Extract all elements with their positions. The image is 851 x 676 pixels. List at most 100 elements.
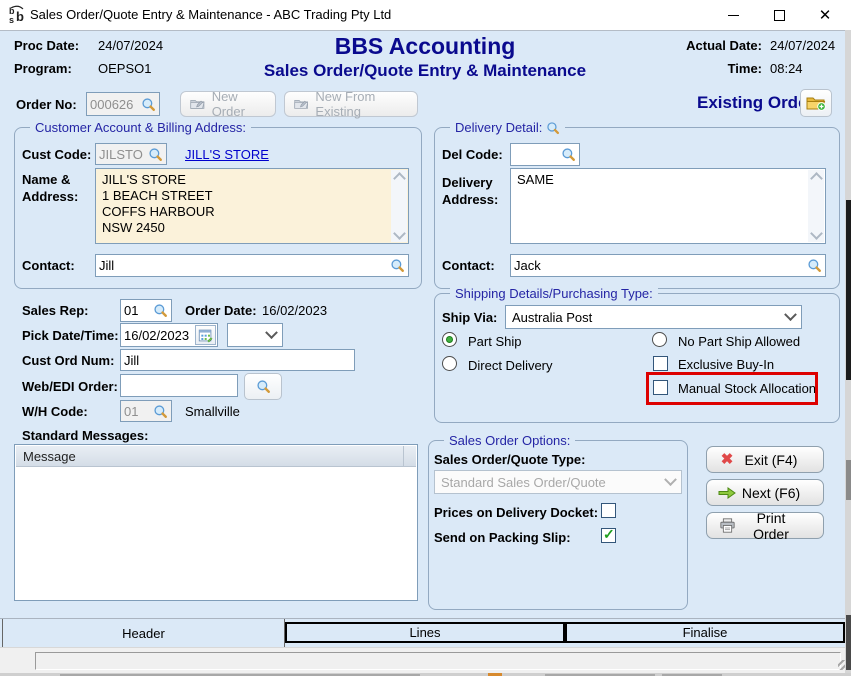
actual-date-label: Actual Date:: [686, 38, 762, 53]
new-from-existing-button[interactable]: New From Existing: [284, 91, 418, 117]
cust-code-field[interactable]: JILSTO: [95, 143, 167, 165]
del-code-field[interactable]: [510, 143, 580, 166]
sales-rep-field[interactable]: 01: [120, 299, 172, 322]
scroll-down-icon[interactable]: [393, 227, 406, 240]
direct-delivery-radio[interactable]: [442, 356, 457, 371]
delivery-address-textarea[interactable]: SAME: [510, 168, 826, 244]
background-block: [846, 460, 851, 500]
web-edi-search-icon: [256, 379, 271, 394]
sales-rep-search-icon[interactable]: [153, 303, 168, 318]
delivery-contact-search-icon[interactable]: [807, 258, 822, 273]
web-edi-label: Web/EDI Order:: [22, 379, 118, 394]
scroll-up-icon[interactable]: [810, 172, 823, 185]
order-no-value: 000626: [90, 97, 133, 112]
pick-time-select[interactable]: [227, 323, 283, 347]
cust-ord-num-value: Jill: [124, 353, 139, 368]
customer-contact-value: Jill: [99, 258, 114, 273]
name-address-scrollbar[interactable]: [391, 170, 407, 242]
cust-code-search-icon[interactable]: [148, 147, 163, 162]
scroll-up-icon[interactable]: [393, 172, 406, 185]
customer-name-link[interactable]: JILL'S STORE: [185, 147, 269, 162]
name-address-textarea[interactable]: JILL'S STORE 1 BEACH STREET COFFS HARBOU…: [95, 168, 409, 244]
svg-text:b: b: [16, 9, 24, 24]
customer-contact-search-icon[interactable]: [390, 258, 405, 273]
print-order-button-label: Print Order: [737, 510, 813, 542]
close-button[interactable]: ✕: [802, 0, 848, 30]
delivery-group-title: Delivery Detail:: [450, 120, 565, 135]
highlight-box: [646, 372, 818, 405]
prices-docket-label: Prices on Delivery Docket:: [434, 505, 598, 520]
tab-header[interactable]: Header: [2, 619, 285, 648]
customer-contact-label: Contact:: [22, 258, 75, 273]
chevron-down-icon: [265, 326, 278, 339]
wh-code-search-icon[interactable]: [153, 404, 168, 419]
no-part-ship-label: No Part Ship Allowed: [678, 334, 800, 349]
no-part-ship-radio[interactable]: [652, 332, 667, 347]
next-arrow-icon: [717, 487, 737, 499]
new-order-button[interactable]: New Order: [180, 91, 276, 117]
del-code-label: Del Code:: [442, 147, 503, 162]
existing-order-button[interactable]: [800, 89, 832, 117]
pick-date-field[interactable]: 16/02/2023: [120, 323, 218, 347]
scroll-down-icon[interactable]: [810, 227, 823, 240]
web-edi-search-button[interactable]: [244, 373, 282, 400]
pick-date-label: Pick Date/Time:: [22, 328, 119, 343]
delivery-group-title-text: Delivery Detail:: [455, 120, 542, 135]
background-block: [846, 615, 851, 670]
tab-finalise[interactable]: Finalise: [565, 622, 845, 643]
new-order-label: New Order: [212, 89, 266, 119]
new-from-existing-label: New From Existing: [315, 89, 408, 119]
shipping-group-title: Shipping Details/Purchasing Type:: [450, 286, 658, 301]
time-label: Time:: [728, 61, 762, 76]
app-logo-icon: b s b: [8, 5, 28, 25]
standard-messages-label: Standard Messages:: [22, 428, 148, 443]
order-no-search-icon[interactable]: [141, 97, 156, 112]
messages-column-header[interactable]: Message: [16, 446, 416, 467]
pick-date-value: 16/02/2023: [124, 328, 189, 343]
ship-via-select[interactable]: Australia Post: [505, 305, 802, 329]
svg-text:s: s: [9, 15, 14, 25]
actual-info: Actual Date: 24/07/2024 Time: 08:24: [660, 38, 842, 76]
tab-finalise-label: Finalise: [683, 625, 728, 640]
customer-contact-field[interactable]: Jill: [95, 254, 409, 277]
part-ship-radio[interactable]: [442, 332, 457, 347]
new-from-existing-icon: [294, 97, 308, 111]
minimize-button[interactable]: [710, 0, 756, 30]
cust-code-value: JILSTO: [99, 147, 143, 162]
del-code-search-icon[interactable]: [561, 147, 576, 162]
delivery-address-value: SAME: [517, 172, 803, 188]
tab-lines-label: Lines: [409, 625, 440, 640]
messages-list[interactable]: Message: [14, 444, 418, 601]
print-order-button[interactable]: Print Order: [706, 512, 824, 539]
web-edi-field[interactable]: [120, 374, 238, 397]
cust-ord-num-field[interactable]: Jill: [120, 349, 355, 371]
delivery-contact-value: Jack: [514, 258, 541, 273]
wh-code-field[interactable]: 01: [120, 400, 172, 422]
status-bar: [0, 647, 851, 673]
background-block: [846, 200, 851, 380]
next-button[interactable]: Next (F6): [706, 479, 824, 506]
background-window-sliver: [845, 30, 851, 673]
quote-type-label: Sales Order/Quote Type:: [434, 452, 585, 467]
delivery-address-scrollbar[interactable]: [808, 170, 824, 242]
order-date-value: 16/02/2023: [262, 303, 327, 318]
exclusive-buyin-checkbox[interactable]: [653, 356, 668, 371]
exit-button[interactable]: ✖ Exit (F4): [706, 446, 824, 473]
prices-docket-checkbox[interactable]: [601, 503, 616, 518]
maximize-button[interactable]: [756, 0, 802, 30]
status-message-panel: [35, 652, 841, 670]
chevron-down-icon: [784, 308, 797, 321]
order-no-field[interactable]: 000626: [86, 92, 160, 116]
packing-slip-checkbox[interactable]: [601, 528, 616, 543]
tab-lines[interactable]: Lines: [285, 622, 565, 643]
delivery-address-label: Delivery Address:: [442, 174, 504, 208]
order-date-label: Order Date:: [185, 303, 257, 318]
app-title: BBS Accounting: [230, 33, 620, 60]
sales-rep-label: Sales Rep:: [22, 303, 88, 318]
delivery-search-icon[interactable]: [546, 121, 560, 135]
delivery-contact-field[interactable]: Jack: [510, 254, 826, 277]
time-value: 08:24: [770, 61, 842, 76]
quote-type-select[interactable]: Standard Sales Order/Quote: [434, 470, 682, 494]
open-folder-add-icon: [806, 95, 826, 111]
calendar-button[interactable]: [195, 325, 216, 345]
